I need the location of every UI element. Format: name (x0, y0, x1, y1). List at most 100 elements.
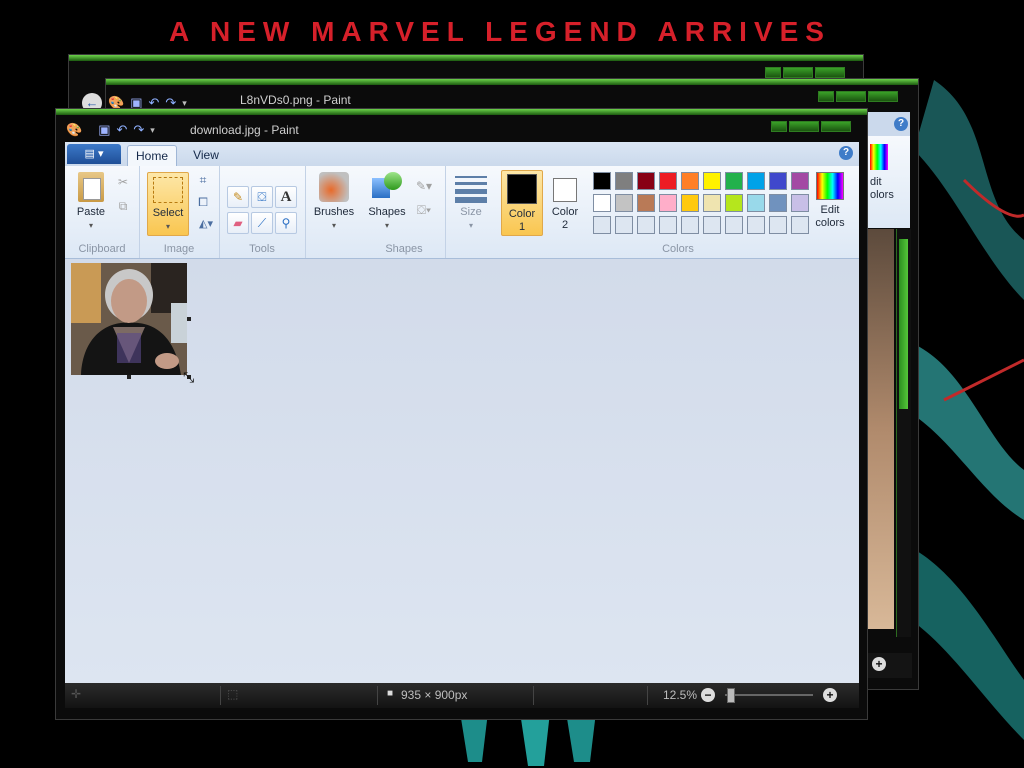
cursor-position-icon: ✛ (71, 687, 82, 701)
copy-icon[interactable]: ⧉ (113, 196, 133, 216)
palette-swatch[interactable] (747, 172, 765, 190)
crop-icon[interactable]: ⌗ (193, 170, 213, 190)
shapes-group: Shapes ▾ ✎▾ ⛋▾ Shapes (363, 166, 446, 258)
line-width-icon (455, 176, 487, 203)
edit-colors-icon[interactable] (870, 144, 888, 170)
ribbon: Paste ▾ ✂ ⧉ Clipboard Select ▾ ⌗ ⧠ ◭▾ Im… (65, 166, 859, 259)
magnifier-icon[interactable]: ⚲ (275, 212, 297, 234)
palette-swatch[interactable] (703, 172, 721, 190)
palette-swatch[interactable] (637, 216, 655, 234)
window-title: download.jpg - Paint (190, 123, 299, 137)
color-picker-icon[interactable]: ⟋ (251, 212, 273, 234)
palette-swatch[interactable] (615, 194, 633, 212)
paint-menu-button[interactable]: ▤ ▾ (67, 144, 121, 164)
palette-swatch[interactable] (659, 216, 677, 234)
palette-swatch[interactable] (593, 194, 611, 212)
color1-button[interactable]: Color 1 (501, 170, 543, 236)
close-button[interactable] (815, 67, 845, 78)
palette-swatch[interactable] (725, 172, 743, 190)
help-icon[interactable]: ? (839, 146, 853, 160)
palette-swatch[interactable] (637, 194, 655, 212)
zoom-slider[interactable] (725, 688, 813, 703)
paste-button[interactable]: Paste ▾ (71, 172, 111, 232)
tools-group-label: Tools (249, 243, 275, 255)
palette-swatch[interactable] (615, 216, 633, 234)
palette-swatch[interactable] (703, 194, 721, 212)
rotate-icon[interactable]: ◭▾ (193, 214, 219, 234)
size-button[interactable]: Size ▾ (451, 174, 491, 232)
palette-swatch[interactable] (791, 194, 809, 212)
select-button[interactable]: Select ▾ (147, 172, 189, 236)
shapes-button[interactable]: Shapes ▾ (367, 172, 407, 232)
maximize-button[interactable] (836, 91, 866, 102)
palette-swatch[interactable] (703, 216, 721, 234)
clipboard-group-label: Clipboard (78, 243, 126, 255)
palette-swatch[interactable] (681, 216, 699, 234)
image-group-label: Image (163, 243, 195, 255)
palette-swatch[interactable] (769, 216, 787, 234)
window-controls (818, 91, 898, 102)
fill-icon[interactable]: ⛋▾ (411, 200, 437, 220)
text-icon[interactable]: A (275, 186, 297, 208)
palette-swatch[interactable] (725, 216, 743, 234)
paint-window[interactable]: 🎨 ▣ ↶ ↷ ▾ download.jpg - Paint ▤ ▾ Home … (55, 108, 868, 720)
canvas-area[interactable]: ⤡ (65, 259, 859, 683)
zoom-in-icon[interactable]: + (872, 657, 886, 671)
zoom-out-icon[interactable]: − (701, 688, 715, 702)
zoom-in-icon[interactable]: + (823, 688, 837, 702)
pencil-icon[interactable]: ✎ (227, 186, 249, 208)
color2-button[interactable]: Color 2 (545, 172, 585, 232)
brushes-button[interactable]: Brushes ▾ (311, 172, 357, 232)
palette-swatch[interactable] (681, 172, 699, 190)
resize-handle-bottom[interactable] (127, 375, 131, 379)
palette-swatch[interactable] (681, 194, 699, 212)
window-controls (771, 121, 851, 132)
palette-swatch[interactable] (747, 216, 765, 234)
zoom-slider-thumb[interactable] (727, 688, 735, 703)
maximize-button[interactable] (783, 67, 813, 78)
close-button[interactable] (868, 91, 898, 102)
scrollbar-thumb[interactable] (899, 239, 908, 409)
customize-qat-icon[interactable]: ▾ (150, 123, 155, 137)
colors-group-label: Colors (662, 243, 694, 255)
palette-swatch[interactable] (615, 172, 633, 190)
edit-colors-label[interactable]: dit olors (870, 176, 894, 202)
palette-swatch[interactable] (659, 194, 677, 212)
edit-colors-button[interactable]: Edit colors (809, 172, 851, 230)
palette-swatch[interactable] (791, 172, 809, 190)
tab-view[interactable]: View (183, 145, 229, 166)
eraser-icon[interactable]: ▰ (227, 212, 249, 234)
clipboard-group: Paste ▾ ✂ ⧉ Clipboard (65, 166, 140, 258)
scissors-icon[interactable]: ✂ (113, 172, 133, 192)
palette-swatch[interactable] (593, 216, 611, 234)
palette-swatch[interactable] (659, 172, 677, 190)
palette-swatch[interactable] (791, 216, 809, 234)
tab-home[interactable]: Home (127, 145, 177, 167)
palette-swatch[interactable] (769, 194, 787, 212)
clipboard-icon (78, 172, 104, 202)
close-button[interactable] (821, 121, 851, 132)
save-icon[interactable]: ▣ (98, 123, 110, 137)
minimize-button[interactable] (765, 67, 781, 78)
minimize-button[interactable] (818, 91, 834, 102)
fill-bucket-icon[interactable]: ⛋ (251, 186, 273, 208)
claws-artwork (460, 712, 596, 766)
outline-icon[interactable]: ✎▾ (411, 176, 437, 196)
back-canvas-image (866, 229, 894, 629)
help-icon[interactable]: ? (894, 117, 908, 131)
palette-swatch[interactable] (593, 172, 611, 190)
palette-swatch[interactable] (769, 172, 787, 190)
palette-swatch[interactable] (637, 172, 655, 190)
resize-icon[interactable]: ⧠ (193, 192, 213, 212)
maximize-button[interactable] (789, 121, 819, 132)
minimize-button[interactable] (771, 121, 787, 132)
redo-icon[interactable]: ↷ (133, 123, 144, 137)
palette-swatch[interactable] (725, 194, 743, 212)
canvas-image[interactable] (71, 263, 187, 375)
resize-handle-right[interactable] (187, 317, 191, 321)
vertical-scrollbar[interactable] (896, 229, 911, 637)
banner-title: A NEW MARVEL LEGEND ARRIVES (169, 16, 831, 47)
color1-swatch (507, 174, 537, 204)
palette-swatch[interactable] (747, 194, 765, 212)
undo-icon[interactable]: ↶ (116, 123, 127, 137)
